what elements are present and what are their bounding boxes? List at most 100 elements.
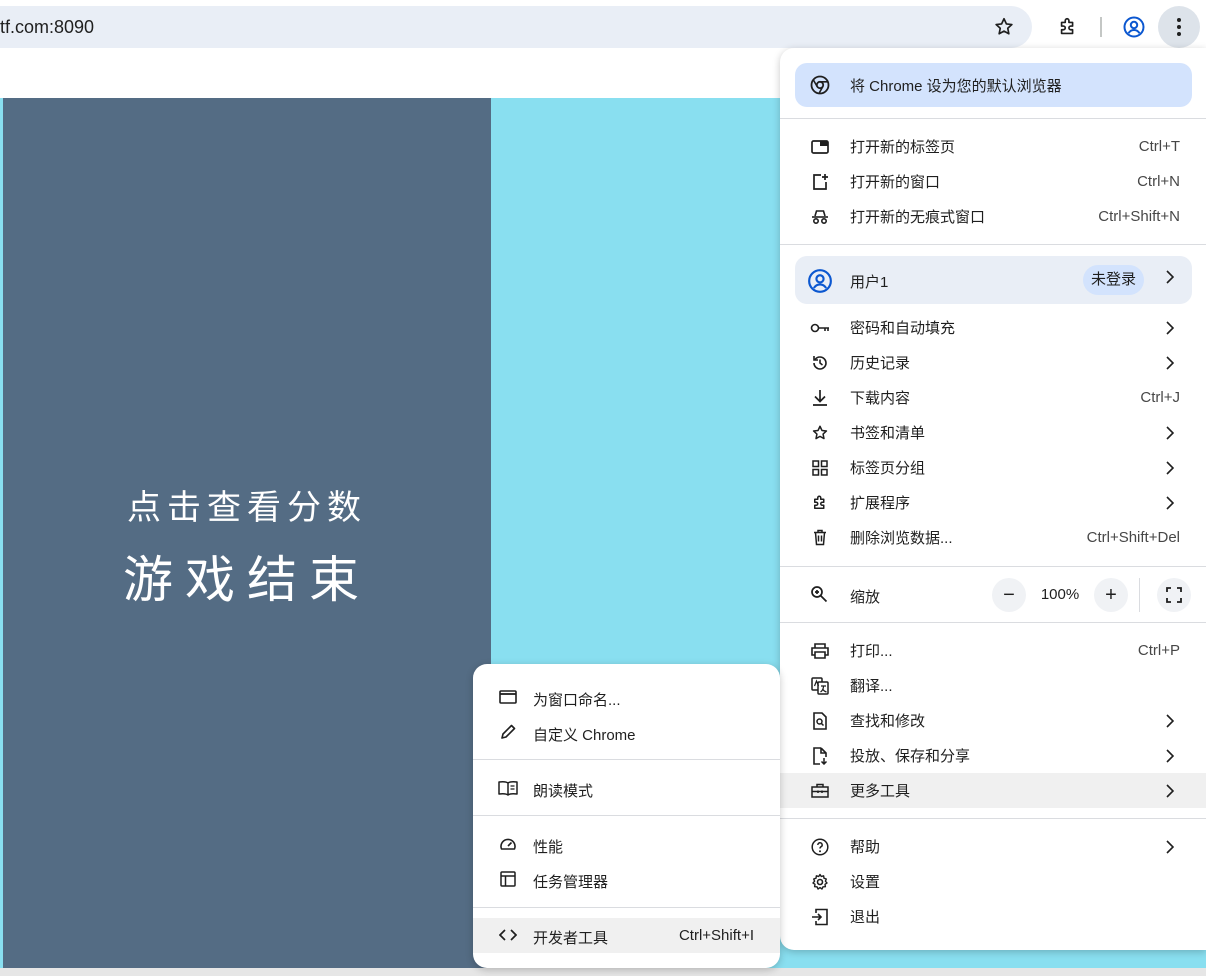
menu-item-label: 标签页分组 [850, 460, 926, 477]
menu-item-label: 翻译... [850, 678, 893, 695]
shortcut-text: Ctrl+Shift+I [678, 927, 754, 944]
menu-item-label: 帮助 [850, 839, 881, 856]
menu-item-incognito[interactable]: 打开新的无痕式窗口 Ctrl+Shift+N [780, 199, 1206, 234]
submenu-item-task-manager[interactable]: 任务管理器 [473, 862, 780, 897]
exit-icon [810, 907, 830, 927]
help-icon [810, 837, 830, 857]
menu-item-label: 打开新的窗口 [850, 174, 941, 191]
shortcut-text: Ctrl+J [1140, 389, 1180, 406]
submenu-divider [473, 907, 780, 908]
menu-divider [780, 818, 1206, 819]
printer-icon [810, 641, 830, 661]
trash-icon [810, 528, 830, 548]
menu-item-new-tab[interactable]: 打开新的标签页 Ctrl+T [780, 129, 1206, 164]
submenu-item-name-window[interactable]: 为窗口命名... [473, 680, 780, 715]
menu-item-print[interactable]: 打印... Ctrl+P [780, 633, 1206, 668]
chevron-right-icon [1166, 493, 1176, 513]
game-over-title: 游戏结束 [123, 551, 371, 609]
zoom-row: 缩放 − 100% + [780, 575, 1206, 615]
extensions-icon[interactable] [1052, 11, 1084, 43]
submenu-item-label: 任务管理器 [533, 874, 609, 891]
menu-item-clear-data[interactable]: 删除浏览数据... Ctrl+Shift+Del [780, 520, 1206, 555]
shortcut-text: Ctrl+Shift+Del [1086, 529, 1180, 546]
menu-item-history[interactable]: 历史记录 [780, 345, 1206, 380]
shortcut-text: Ctrl+N [1137, 173, 1180, 190]
pencil-icon [498, 722, 518, 742]
star-icon [810, 423, 830, 443]
menu-item-tab-groups[interactable]: 标签页分组 [780, 450, 1206, 485]
url-text[interactable]: tf.com:8090 [0, 6, 94, 48]
profile-icon[interactable] [1118, 11, 1150, 43]
browser-toolbar: tf.com:8090 [0, 0, 1206, 54]
view-score-text[interactable]: 点击查看分数 [3, 480, 491, 529]
menu-item-new-window[interactable]: 打开新的窗口 Ctrl+N [780, 164, 1206, 199]
chevron-right-icon [1166, 781, 1176, 801]
default-browser-label: 将 Chrome 设为您的默认浏览器 [850, 77, 1062, 95]
menu-item-extensions[interactable]: 扩展程序 [780, 485, 1206, 520]
translate-icon [810, 676, 830, 696]
menu-item-label: 扩展程序 [850, 495, 911, 512]
bookmark-star-icon[interactable] [988, 11, 1020, 43]
menu-item-label: 打印... [850, 643, 893, 660]
chevron-right-icon [1166, 711, 1176, 731]
menu-item-translate[interactable]: 翻译... [780, 668, 1206, 703]
chevron-right-icon [1166, 458, 1176, 478]
shortcut-text: Ctrl+Shift+N [1098, 208, 1180, 225]
submenu-item-label: 性能 [533, 839, 564, 856]
menu-item-label: 退出 [850, 909, 881, 926]
speedometer-icon [498, 834, 518, 854]
menu-item-exit[interactable]: 退出 [780, 899, 1206, 934]
find-page-icon [810, 711, 830, 731]
submenu-item-label: 自定义 Chrome [533, 727, 636, 744]
game-panel[interactable] [3, 98, 491, 968]
submenu-item-label: 开发者工具 [533, 930, 609, 947]
menu-item-bookmarks[interactable]: 书签和清单 [780, 415, 1206, 450]
fullscreen-icon[interactable] [1157, 578, 1191, 612]
puzzle-icon [810, 493, 830, 513]
zoom-separator [1139, 578, 1140, 612]
more-vert-icon[interactable] [1158, 6, 1200, 48]
menu-item-cast-save-share[interactable]: 投放、保存和分享 [780, 738, 1206, 773]
address-bar[interactable]: tf.com:8090 [0, 6, 1032, 48]
save-page-icon [810, 746, 830, 766]
profile-row[interactable]: 用户1 未登录 [795, 256, 1192, 304]
shortcut-text: Ctrl+P [1137, 642, 1180, 659]
set-default-browser-banner[interactable]: 将 Chrome 设为您的默认浏览器 [795, 63, 1192, 107]
submenu-item-performance[interactable]: 性能 [473, 827, 780, 862]
menu-item-more-tools[interactable]: 更多工具 [780, 773, 1206, 808]
menu-item-label: 密码和自动填充 [850, 320, 956, 337]
menu-item-help[interactable]: 帮助 [780, 829, 1206, 864]
submenu-divider [473, 815, 780, 816]
menu-item-label: 更多工具 [850, 783, 911, 800]
download-icon [810, 388, 830, 408]
chrome-logo-icon [810, 75, 830, 95]
grid-icon [810, 458, 830, 478]
zoom-label: 缩放 [850, 589, 881, 606]
menu-item-find[interactable]: 查找和修改 [780, 703, 1206, 738]
submenu-item-dev-tools[interactable]: 开发者工具 Ctrl+Shift+I [473, 918, 780, 953]
toolbar-separator [1100, 17, 1102, 37]
zoom-out-button[interactable]: − [992, 578, 1026, 612]
more-tools-submenu: 为窗口命名... 自定义 Chrome 朗读模式 性能 任务管理器 开发者工具 … [473, 664, 780, 968]
toolbox-icon [810, 781, 830, 801]
menu-item-downloads[interactable]: 下载内容 Ctrl+J [780, 380, 1206, 415]
chevron-right-icon [1166, 423, 1176, 443]
menu-divider [780, 244, 1206, 245]
menu-item-passwords[interactable]: 密码和自动填充 [780, 310, 1206, 345]
gear-icon [810, 872, 830, 892]
profile-name: 用户1 [850, 274, 889, 291]
menu-item-label: 书签和清单 [850, 425, 926, 442]
bottom-strip [0, 968, 1206, 976]
zoom-level: 100% [1040, 586, 1080, 603]
menu-item-label: 历史记录 [850, 355, 911, 372]
menu-item-settings[interactable]: 设置 [780, 864, 1206, 899]
chevron-right-icon [1166, 353, 1176, 373]
submenu-item-customize[interactable]: 自定义 Chrome [473, 715, 780, 750]
code-icon [498, 925, 518, 945]
menu-item-label: 设置 [850, 874, 881, 891]
new-window-icon [810, 172, 830, 192]
menu-item-label: 查找和修改 [850, 713, 926, 730]
submenu-item-reading-mode[interactable]: 朗读模式 [473, 771, 780, 806]
zoom-in-button[interactable]: + [1094, 578, 1128, 612]
chevron-right-icon [1166, 270, 1174, 284]
